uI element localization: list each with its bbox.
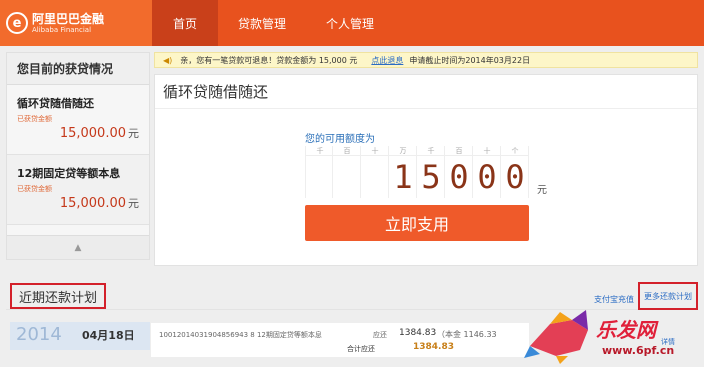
digit-cell: 万1 <box>389 146 417 198</box>
page: e 阿里巴巴金融 Alibaba Financial 首页 贷款管理 个人管理 … <box>0 0 704 367</box>
top-navbar: e 阿里巴巴金融 Alibaba Financial 首页 贷款管理 个人管理 <box>0 0 704 46</box>
place-label: 十 <box>473 146 501 156</box>
digit-value: 0 <box>505 158 525 196</box>
repayment-date-box: 2014 04月18日 <box>10 322 150 350</box>
due-label: 应还 <box>373 331 387 339</box>
due-amount: 1384.83 <box>399 328 437 338</box>
available-credit-digits: 千 百 十 万1 千5 百0 十0 个0 <box>305 146 529 198</box>
notice-bar: ◀) 亲，您有一笔贷款可退息！贷款金额为 15,000 元 点此退息 申请截止时… <box>154 52 698 68</box>
brand-name-en: Alibaba Financial <box>32 25 92 34</box>
main-nav: 首页 贷款管理 个人管理 <box>152 0 394 46</box>
brand-logo[interactable]: e 阿里巴巴金融 Alibaba Financial <box>0 0 152 46</box>
digit-cell: 千5 <box>417 146 445 198</box>
sidebar-title: 您目前的获贷情况 <box>7 53 149 85</box>
place-label: 百 <box>333 146 361 156</box>
use-now-button[interactable]: 立即支用 <box>305 205 529 241</box>
repayment-year: 2014 <box>16 324 62 345</box>
brand-name-cn: 阿里巴巴金融 <box>32 11 105 26</box>
digit-cell: 百0 <box>445 146 473 198</box>
digit-value <box>306 157 334 197</box>
digit-cell: 十 <box>361 146 389 198</box>
nav-home[interactable]: 首页 <box>152 0 218 46</box>
digit-value: 1 <box>393 158 413 196</box>
refund-interest-link[interactable]: 点此退息 <box>371 55 403 66</box>
loan-amount-value: 15,000.00 <box>59 126 126 141</box>
collapse-up-icon[interactable]: ▲ <box>7 235 149 259</box>
notice-text: 亲，您有一笔贷款可退息！贷款金额为 15,000 元 <box>180 55 358 65</box>
alibaba-logo-icon: e <box>6 12 28 34</box>
repayment-plan-title: 近期还款计划 <box>10 283 106 309</box>
loan-sub-label: 已获贷金额 <box>17 115 52 123</box>
loan-amount-value: 15,000.00 <box>59 196 126 211</box>
loan-amount-unit: 元 <box>128 127 139 140</box>
alipay-topup-link[interactable]: 支付宝充值 <box>594 294 634 305</box>
place-label: 十 <box>361 146 389 156</box>
total-due-label: 合计应还 <box>347 345 375 353</box>
repayment-date: 04月18日 <box>82 329 135 342</box>
repayment-detail: 10012014031904856943 8 12期固定贷等额本息 应还 138… <box>150 322 530 358</box>
sidebar-item-revolving-loan[interactable]: 循环贷随借随还 已获贷金额 15,000.00 元 <box>7 85 149 155</box>
digit-cell: 十0 <box>473 146 501 198</box>
place-label: 百 <box>445 146 473 156</box>
digit-value <box>333 157 361 197</box>
sidebar-item-fixed-loan[interactable]: 12期固定贷等额本息 已获贷金额 15,000.00 元 <box>7 155 149 225</box>
loan-amount-unit: 元 <box>128 197 139 210</box>
digit-cell: 个0 <box>501 146 529 198</box>
place-label: 千 <box>417 146 445 156</box>
digit-value: 5 <box>421 158 441 196</box>
place-label: 千 <box>306 146 334 156</box>
place-label: 个 <box>501 146 529 156</box>
available-credit-unit: 元 <box>537 185 547 196</box>
repayment-detail-link[interactable]: 详情 <box>661 337 675 347</box>
watermark: 乐发网 www.6pf.cn <box>520 306 700 364</box>
watermark-title: 乐发网 <box>596 318 656 342</box>
available-credit-label: 您的可用额度为 <box>305 134 375 145</box>
total-due-amount: 1384.83 <box>413 342 454 352</box>
loan-amount: 15,000.00 元 <box>17 125 139 141</box>
place-label: 万 <box>389 146 417 156</box>
nav-loan-management[interactable]: 贷款管理 <box>218 0 306 46</box>
brand-name: 阿里巴巴金融 Alibaba Financial <box>32 12 104 35</box>
loan-card-title: 循环贷随借随还 <box>155 75 697 109</box>
digit-cell: 百 <box>333 146 361 198</box>
repayment-loan-id: 10012014031904856943 8 12期固定贷等额本息 <box>159 331 322 339</box>
digit-value <box>361 157 389 197</box>
loan-name: 12期固定贷等额本息 <box>17 167 121 180</box>
loan-status-sidebar: 您目前的获贷情况 循环贷随借随还 已获贷金额 15,000.00 元 12期固定贷… <box>6 52 150 260</box>
speaker-icon: ◀) <box>163 55 173 65</box>
loan-card: 循环贷随借随还 您的可用额度为 千 百 十 万1 千5 百0 十0 个0 元 立… <box>154 74 698 266</box>
principal-amount: （本金 1146.33 <box>437 330 497 339</box>
loan-sub-label: 已获贷金额 <box>17 185 52 193</box>
loan-amount: 15,000.00 元 <box>17 195 139 211</box>
digit-value: 0 <box>477 158 497 196</box>
digit-cell: 千 <box>305 146 334 198</box>
digit-value: 0 <box>449 158 469 196</box>
notice-deadline: 申请截止时间为2014年03月22日 <box>409 55 531 65</box>
nav-personal-management[interactable]: 个人管理 <box>306 0 394 46</box>
loan-name: 循环贷随借随还 <box>17 97 94 110</box>
